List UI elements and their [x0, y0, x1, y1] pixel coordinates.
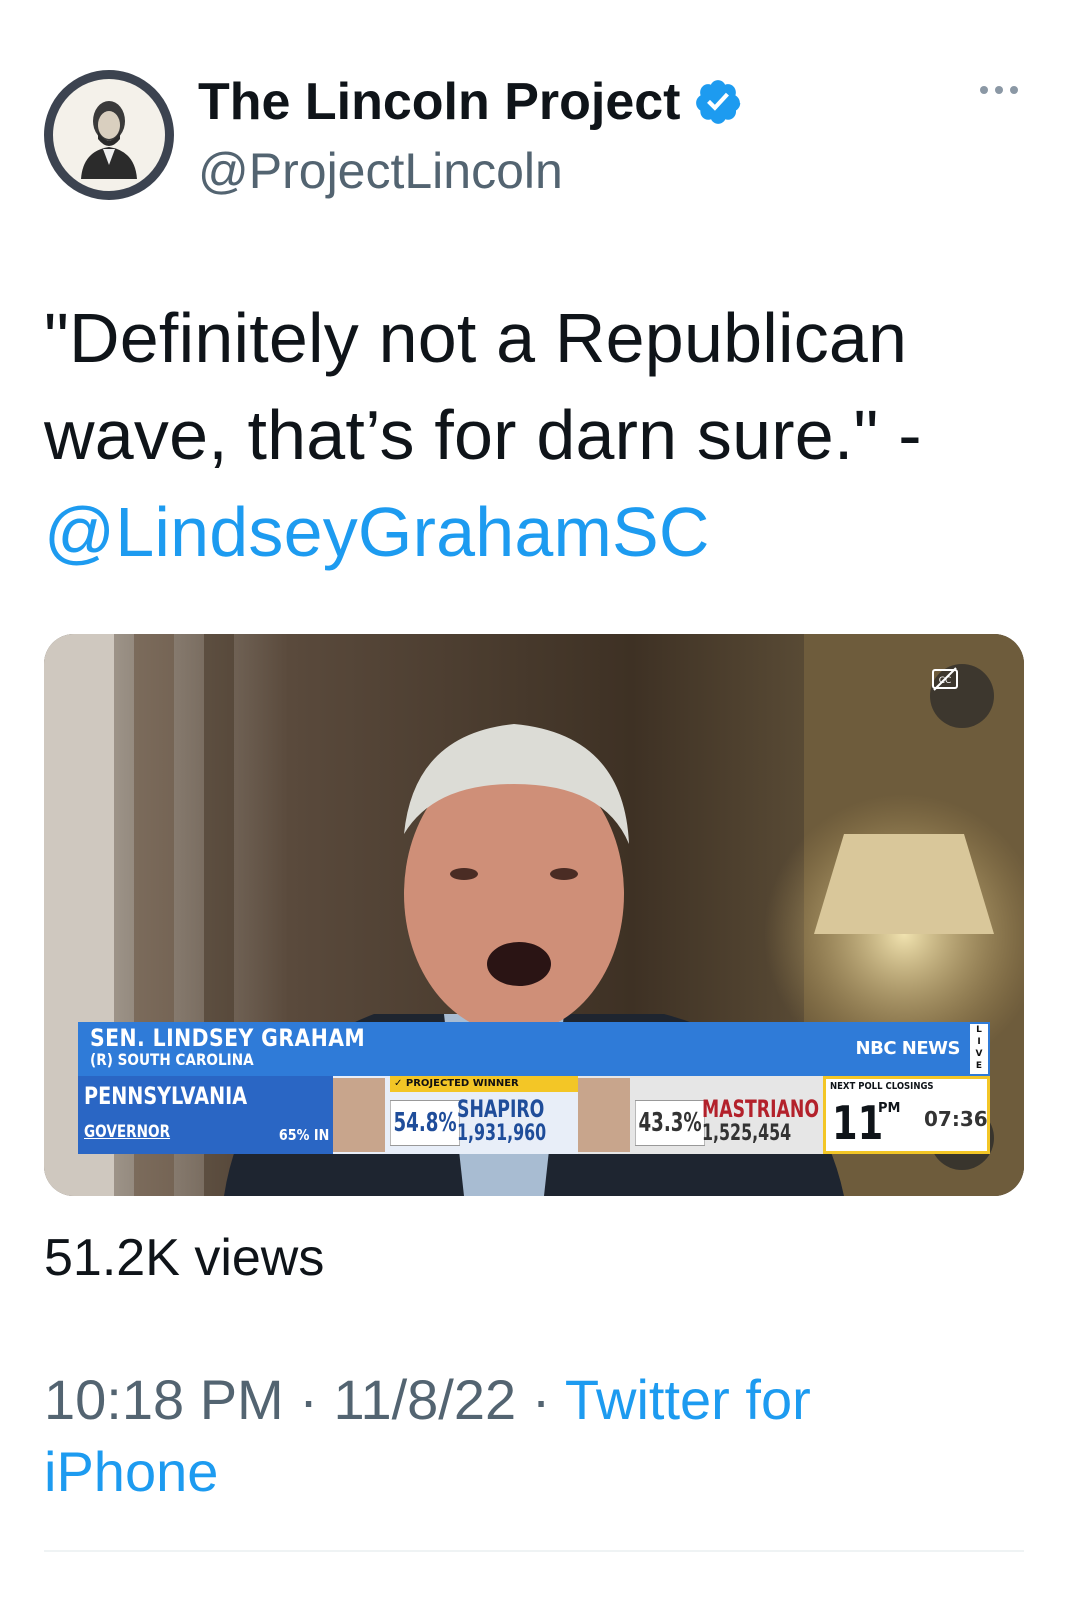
candidate-mastriano: 43.3% MASTRIANO 1,525,454 [578, 1076, 823, 1154]
tweet-time[interactable]: 10:18 PM [44, 1368, 284, 1431]
speaker-name: SEN. LINDSEY GRAHAM [90, 1024, 366, 1052]
candidate-name: MASTRIANO [702, 1095, 820, 1123]
poll-ampm: PM [878, 1101, 901, 1116]
race-state: PENNSYLVANIA [84, 1082, 248, 1110]
verified-badge-icon [695, 80, 740, 124]
poll-hour: 11 [832, 1096, 884, 1150]
more-options-icon[interactable] [980, 86, 1018, 94]
race-office: GOVERNOR [84, 1122, 171, 1142]
meta-separator: · [283, 1368, 334, 1431]
candidate-share: 43.3% [635, 1100, 706, 1146]
next-poll-closings: NEXT POLL CLOSINGS 11 PM 07:36 [823, 1076, 990, 1154]
meta-separator: · [516, 1368, 565, 1431]
video-timestamp: 07:36 [924, 1107, 988, 1131]
candidate-votes: 1,525,454 [702, 1121, 792, 1146]
projected-winner-tag: ✓ PROJECTED WINNER [390, 1076, 578, 1092]
view-count: 51.2K views [44, 1229, 325, 1287]
candidate-share: 54.8% [390, 1100, 461, 1146]
author-handle[interactable]: @ProjectLincoln [198, 140, 563, 202]
tweet-date[interactable]: 11/8/22 [333, 1368, 516, 1431]
news-lower-third: SEN. LINDSEY GRAHAM (R) SOUTH CAROLINA N… [78, 1022, 990, 1154]
candidate-photo [578, 1078, 630, 1152]
candidate-photo [333, 1078, 385, 1152]
avatar[interactable] [44, 70, 174, 200]
author-name[interactable]: The Lincoln Project [198, 70, 681, 134]
speaker-banner: SEN. LINDSEY GRAHAM (R) SOUTH CAROLINA N… [78, 1022, 990, 1076]
candidate-name: SHAPIRO [457, 1095, 545, 1123]
mention-link[interactable]: @LindseyGrahamSC [44, 493, 710, 571]
network-logo: NBC NEWS [855, 1038, 961, 1059]
captions-button[interactable]: CC [930, 664, 994, 728]
closed-captions-icon: CC [932, 667, 958, 691]
reporting-percent: 65% IN [278, 1126, 329, 1144]
poll-label: NEXT POLL CLOSINGS [830, 1081, 934, 1092]
candidate-votes: 1,931,960 [457, 1121, 547, 1146]
race-info: PENNSYLVANIA GOVERNOR 65% IN [78, 1076, 333, 1154]
speaker-subtitle: (R) SOUTH CAROLINA [90, 1050, 254, 1069]
live-badge: LIVE [970, 1024, 988, 1074]
divider [44, 1550, 1024, 1552]
lincoln-portrait-icon [57, 83, 161, 187]
tweet-body: "Definitely not a Republican wave, that’… [44, 299, 922, 474]
tweet-text: "Definitely not a Republican wave, that’… [44, 290, 1044, 581]
tweet-meta: 10:18 PM · 11/8/22 · Twitter for iPhone [44, 1364, 944, 1508]
candidate-shapiro: ✓ PROJECTED WINNER 54.8% SHAPIRO 1,931,9… [333, 1076, 578, 1154]
